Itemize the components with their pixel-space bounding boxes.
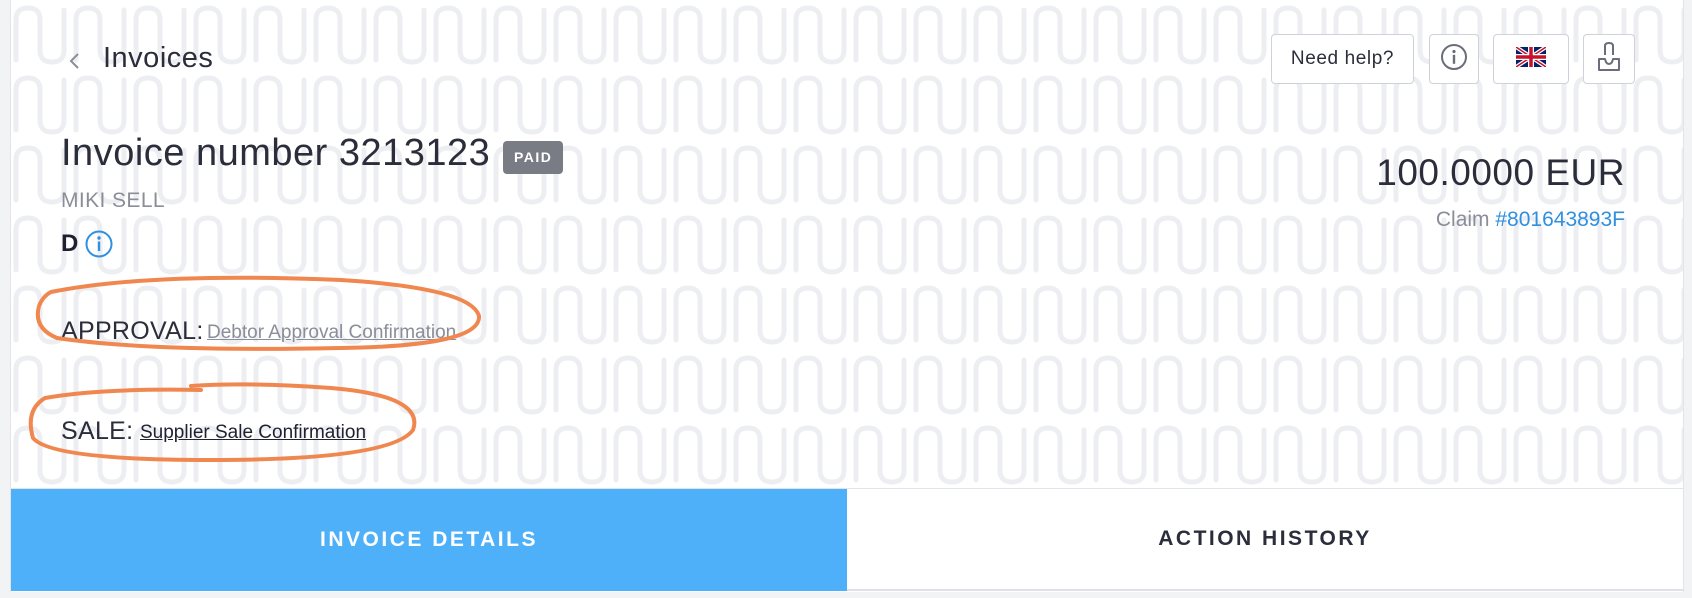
debtor-name: MIKI SELL <box>61 189 165 212</box>
claim-reference: Claim #801643893F <box>1436 208 1625 232</box>
chevron-left-icon[interactable] <box>64 48 86 74</box>
sale-annotation-circle <box>28 382 417 463</box>
claim-link[interactable]: #801643893F <box>1495 208 1625 231</box>
approval-annotation-circle <box>35 275 481 351</box>
tab-bar: INVOICE DETAILS ACTION HISTORY <box>11 488 1683 591</box>
info-icon <box>1439 42 1469 77</box>
info-button[interactable] <box>1429 34 1479 84</box>
claim-label: Claim <box>1435 208 1490 231</box>
annotation-circles <box>28 275 481 463</box>
tab-invoice-details[interactable]: INVOICE DETAILS <box>11 489 847 591</box>
invoice-title: Invoice number 3213123 <box>61 132 491 174</box>
logout-icon <box>1594 41 1624 78</box>
tab-action-history[interactable]: ACTION HISTORY <box>847 489 1683 591</box>
page-title: Invoices <box>103 42 214 74</box>
status-badge: PAID <box>503 141 564 174</box>
uk-flag-icon <box>1514 44 1548 72</box>
invoice-panel: Invoices Need help? Invoice number 32131… <box>10 0 1684 592</box>
info-icon[interactable] <box>84 229 114 259</box>
language-button[interactable] <box>1493 34 1569 84</box>
need-help-button[interactable]: Need help? <box>1271 34 1414 84</box>
logout-button[interactable] <box>1583 34 1635 84</box>
invoice-amount: 100.0000 EUR <box>1376 152 1625 193</box>
grade-label: D <box>61 230 79 257</box>
